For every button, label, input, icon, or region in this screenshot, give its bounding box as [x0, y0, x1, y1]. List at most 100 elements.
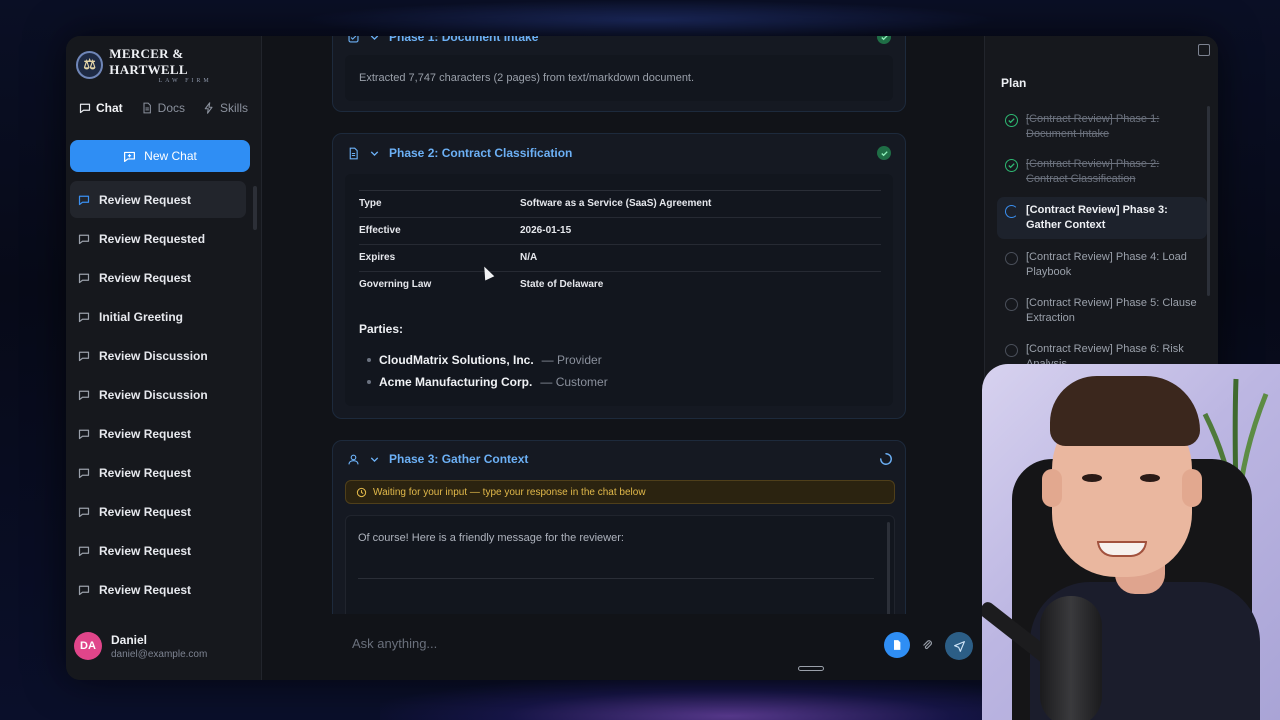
chat-list-item[interactable]: Review Request: [70, 571, 246, 608]
classification-table: Type Software as a Service (SaaS) Agreeme…: [359, 190, 881, 298]
row-value: N/A: [520, 244, 881, 272]
phase1-card: Phase 1: Document Intake Extracted 7,747…: [332, 36, 906, 112]
chat-list-item[interactable]: Review Request: [70, 181, 246, 218]
webcam-overlay: [982, 364, 1280, 720]
sidebar-scrollbar[interactable]: [253, 186, 257, 230]
row-value: Software as a Service (SaaS) Agreement: [520, 190, 881, 218]
waiting-message: Waiting for your input — type your respo…: [373, 486, 646, 498]
reply-scrollbar[interactable]: [887, 522, 890, 617]
chat-icon: [78, 507, 90, 517]
user-email: daniel@example.com: [111, 648, 208, 660]
chat-list-item[interactable]: Review Request: [70, 532, 246, 569]
chevron-down-icon: [370, 456, 379, 462]
phase2-header[interactable]: Phase 2: Contract Classification: [347, 143, 572, 163]
sidebar: ⚖ MERCER & HARTWELL LAW FIRM Chat Docs S…: [66, 36, 262, 680]
background-glow-top: [300, 0, 1000, 40]
reply-preview: Of course! Here is a friendly message fo…: [345, 515, 895, 625]
lightning-icon: [204, 102, 213, 114]
document-search-icon: [349, 147, 358, 159]
plan-step[interactable]: [Contract Review] Phase 4: Load Playbook: [997, 244, 1207, 286]
plan-step-current[interactable]: [Contract Review] Phase 3: Gather Contex…: [997, 197, 1207, 239]
plan-step-label: [Contract Review] Phase 4: Load Playbook: [1026, 251, 1187, 278]
chat-icon: [78, 351, 90, 361]
paperclip-icon: [922, 639, 932, 649]
chat-title: Review Discussion: [99, 387, 208, 402]
tab-skills-label: Skills: [220, 101, 249, 115]
user-name: Daniel: [111, 632, 148, 647]
loading-spinner-icon: [1005, 205, 1018, 218]
phase1-summary: Extracted 7,747 characters (2 pages) fro…: [359, 72, 695, 84]
chat-title: Review Request: [99, 426, 192, 441]
plan-step-label: [Contract Review] Phase 3: Gather Contex…: [1026, 204, 1168, 231]
chat-list-item[interactable]: Review Request: [70, 493, 246, 530]
phase2-card: Phase 2: Contract Classification Type Sof…: [332, 133, 906, 419]
chat-title: Review Request: [99, 504, 192, 519]
phase2-title: Phase 2: Contract Classification: [389, 146, 573, 160]
pending-circle-icon: [1005, 298, 1018, 311]
party-name: Acme Manufacturing Corp.: [379, 375, 533, 389]
reply-text: Of course! Here is a friendly message fo…: [358, 532, 624, 544]
row-label: Effective: [359, 217, 520, 245]
row-label: Expires: [359, 244, 520, 272]
panel-toggle-icon[interactable]: [1198, 44, 1210, 56]
tab-skills[interactable]: Skills: [196, 96, 255, 120]
attach-document-button[interactable]: [884, 632, 910, 658]
composer-anchor: [342, 614, 343, 615]
new-chat-button[interactable]: New Chat: [70, 140, 250, 172]
party-name: CloudMatrix Solutions, Inc.: [379, 353, 534, 367]
chat-title: Initial Greeting: [99, 309, 184, 324]
person-ear: [1042, 469, 1062, 507]
table-row: Effective 2026-01-15: [359, 217, 881, 245]
phase3-header[interactable]: Phase 3: Gather Context: [347, 449, 528, 469]
user-profile[interactable]: DA Daniel daniel@example.com: [74, 632, 207, 660]
chat-list-item[interactable]: Review Request: [70, 415, 246, 452]
firm-logo[interactable]: ⚖ MERCER & HARTWELL LAW FIRM: [76, 46, 261, 84]
plan-step[interactable]: [Contract Review] Phase 1: Document Inta…: [997, 106, 1207, 148]
document-icon: [894, 640, 901, 650]
send-icon: [953, 640, 965, 652]
scales-logo-icon: ⚖: [76, 51, 104, 79]
check-circle-icon: [1005, 159, 1018, 172]
sidebar-tabs: Chat Docs Skills: [72, 96, 255, 120]
phase3-card: Phase 3: Gather Context Waiting for your…: [332, 440, 906, 640]
chat-icon: [78, 468, 90, 478]
chat-list-item[interactable]: Initial Greeting: [70, 298, 246, 335]
row-value: State of Delaware: [520, 279, 604, 291]
new-chat-icon: [124, 151, 136, 162]
phase3-title: Phase 3: Gather Context: [389, 452, 529, 466]
checklist-icon: [348, 36, 359, 43]
tab-docs[interactable]: Docs: [134, 96, 192, 120]
chat-title: Review Requested: [99, 231, 206, 246]
user-icon: [348, 454, 359, 464]
chat-icon: [78, 195, 90, 205]
message-input[interactable]: Ask anything...: [352, 636, 437, 651]
chat-list-item[interactable]: Review Discussion: [70, 376, 246, 413]
chat-icon: [78, 273, 90, 283]
tab-chat[interactable]: Chat: [72, 96, 130, 120]
chevron-down-icon: [370, 150, 379, 156]
chat-title: Review Request: [99, 270, 192, 285]
plan-step-label: [Contract Review] Phase 1: Document Inta…: [1026, 113, 1160, 140]
person-hair: [1050, 376, 1200, 446]
microphone-icon: [1040, 596, 1102, 720]
plan-step[interactable]: [Contract Review] Phase 2: Contract Clas…: [997, 151, 1207, 193]
plan-scrollbar[interactable]: [1207, 106, 1210, 296]
chat-icon: [78, 234, 90, 244]
waiting-banner: Waiting for your input — type your respo…: [345, 480, 895, 504]
new-chat-label: New Chat: [144, 149, 197, 163]
home-indicator: [798, 666, 824, 671]
chat-title: Review Request: [99, 582, 192, 597]
chat-icon: [78, 546, 90, 556]
phase2-complete-icon: [877, 146, 891, 160]
attach-file-button[interactable]: [916, 634, 938, 656]
chat-list: Review Request Review Requested Review R…: [70, 181, 246, 610]
phase1-header[interactable]: Phase 1: Document Intake: [347, 36, 538, 47]
chat-list-item[interactable]: Review Request: [70, 454, 246, 491]
parties-label: Parties:: [359, 322, 404, 336]
plan-step[interactable]: [Contract Review] Phase 5: Clause Extrac…: [997, 290, 1207, 332]
chat-list-item[interactable]: Review Discussion: [70, 337, 246, 374]
chat-list-item[interactable]: Review Request: [70, 259, 246, 296]
chat-list-item[interactable]: Review Requested: [70, 220, 246, 257]
send-button[interactable]: [945, 632, 973, 660]
clock-icon: [356, 487, 367, 497]
